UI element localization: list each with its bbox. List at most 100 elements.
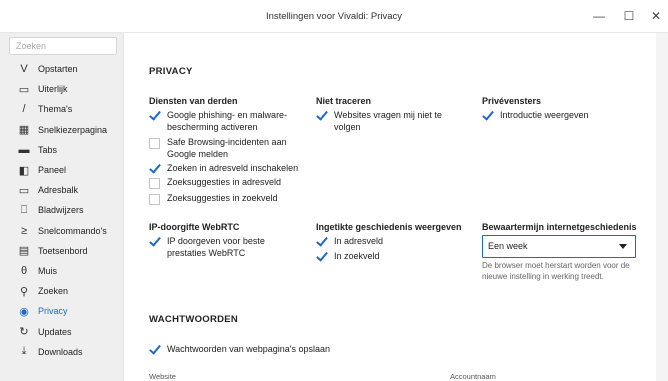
sidebar-item-label: Snelkiezerpagina: [38, 124, 108, 135]
sidebar-item-label: Adresbalk: [38, 185, 79, 196]
quick-commands-icon: ≥: [20, 224, 28, 237]
sidebar-item-label: Snelcommando's: [38, 225, 107, 236]
checkbox-label: Google phishing- en malware-bescherming …: [167, 110, 288, 132]
sidebar-item-label: Muis: [38, 265, 58, 276]
checkbox-check-icon: [316, 237, 327, 248]
typed-history-addressbar-checkbox[interactable]: In adresveld: [316, 236, 456, 248]
close-button[interactable]: ✕: [645, 6, 667, 26]
title-bar: Instellingen voor Vivaldi: Privacy — ☐ ✕: [0, 0, 668, 33]
checkbox-check-icon: [149, 345, 160, 356]
checkbox-label: Zoeken in adresveld inschakelen: [167, 163, 299, 173]
sidebar-item-label: Paneel: [38, 165, 67, 176]
settings-sidebar: Zoeken V Opstarten ▭ Uiterlijk / Thema's ▦ Snel…: [0, 33, 124, 381]
sidebar-item-label: Tabs: [38, 144, 58, 155]
settings-nav: V Opstarten ▭ Uiterlijk / Thema's ▦ Snelkiezerp…: [0, 59, 124, 362]
privacy-heading: PRIVACY: [149, 66, 193, 77]
brush-icon: /: [22, 103, 26, 116]
search-icon: ⚲: [19, 285, 29, 298]
history-retention-note: De browser moet herstart worden voor de …: [482, 261, 630, 281]
safe-browsing-checkbox[interactable]: Safe Browsing-incidenten aan Google meld…: [149, 137, 309, 160]
sidebar-item-label: Privacy: [38, 306, 68, 317]
checkbox-check-icon: [149, 164, 160, 175]
do-not-track-checkbox[interactable]: Websites vragen mij niet te volgen: [316, 110, 456, 133]
typed-history-heading: Ingetikte geschiedenis weergeven: [316, 222, 462, 232]
sidebar-item-adresbalk[interactable]: ▭ Adresbalk: [0, 180, 124, 200]
grid-icon: ▦: [18, 124, 30, 137]
sidebar-item-opstarten[interactable]: V Opstarten: [0, 59, 124, 79]
website-column-header: Website: [149, 372, 176, 381]
checkbox-label: Websites vragen mij niet te volgen: [334, 110, 442, 132]
sidebar-item-uiterlijk[interactable]: ▭ Uiterlijk: [0, 79, 124, 99]
sidebar-item-label: Thema's: [38, 104, 73, 115]
sidebar-item-thema-s[interactable]: / Thema's: [0, 99, 124, 119]
eye-icon: ◉: [19, 305, 29, 318]
history-retention-heading: Bewaartermijn internetgeschiedenis: [482, 222, 637, 232]
bookmark-icon: ⎕: [20, 203, 28, 216]
sidebar-item-downloads[interactable]: ⤓ Downloads: [0, 342, 124, 362]
sidebar-item-zoeken[interactable]: ⚲ Zoeken: [0, 281, 124, 301]
third-party-heading: Diensten van derden: [149, 96, 238, 106]
sidebar-item-label: Uiterlijk: [38, 84, 68, 95]
passwords-heading: WACHTWOORDEN: [149, 314, 239, 325]
sidebar-item-muis[interactable]: θ Muis: [0, 261, 124, 281]
sidebar-item-label: Opstarten: [38, 64, 78, 75]
sidebar-item-label: Toetsenbord: [38, 245, 88, 256]
sidebar-item-snelcommando-s[interactable]: ≥ Snelcommando's: [0, 221, 124, 241]
account-column-header: Accountnaam: [450, 372, 496, 381]
maximize-button[interactable]: ☐: [618, 6, 640, 26]
sidebar-item-updates[interactable]: ↻ Updates: [0, 321, 124, 341]
sidebar-item-label: Bladwijzers: [38, 205, 84, 216]
checkbox-check-icon: [316, 111, 327, 122]
window-icon: ▭: [18, 83, 30, 96]
keyboard-icon: ▤: [18, 245, 30, 258]
download-icon: ⤓: [21, 345, 27, 358]
checkbox-label: Introductie weergeven: [500, 110, 589, 120]
save-passwords-checkbox[interactable]: Wachtwoorden van webpagina's opslaan: [149, 344, 399, 356]
checkbox-box: [149, 138, 160, 149]
history-retention-select[interactable]: Een week: [482, 235, 636, 258]
checkbox-check-icon: [149, 111, 160, 122]
sidebar-item-privacy[interactable]: ◉ Privacy: [0, 301, 124, 321]
checkbox-label: Zoeksuggesties in zoekveld: [167, 193, 278, 203]
checkbox-check-icon: [316, 252, 327, 263]
search-in-addressbar-checkbox[interactable]: Zoeken in adresveld inschakelen: [149, 163, 314, 175]
webrtc-heading: IP-doorgifte WebRTC: [149, 222, 240, 232]
checkbox-label: In zoekveld: [334, 251, 380, 261]
sidebar-item-snelkiezerpagina[interactable]: ▦ Snelkiezerpagina: [0, 120, 124, 140]
checkbox-label: IP doorgeven voor beste prestaties WebRT…: [167, 236, 265, 258]
checkbox-label: Zoeksuggesties in adresveld: [167, 177, 282, 187]
content-scrollbar[interactable]: [656, 33, 668, 381]
panel-icon: ◧: [18, 164, 30, 177]
checkbox-label: Safe Browsing-incidenten aan Google meld…: [167, 137, 287, 159]
window-title: Instellingen voor Vivaldi: Privacy: [265, 11, 403, 22]
checkbox-box: [149, 194, 160, 205]
addressbar-suggestions-checkbox[interactable]: Zoeksuggesties in adresveld: [149, 177, 309, 189]
checkbox-box: [149, 178, 160, 189]
sidebar-item-label: Downloads: [38, 346, 83, 357]
refresh-icon: ↻: [19, 326, 29, 339]
sidebar-item-paneel[interactable]: ◧ Paneel: [0, 160, 124, 180]
searchfield-suggestions-checkbox[interactable]: Zoeksuggesties in zoekveld: [149, 193, 309, 205]
no-tracking-heading: Niet traceren: [316, 96, 372, 106]
addressbar-icon: ▭: [18, 184, 30, 197]
sidebar-item-toetsenbord[interactable]: ▤ Toetsenbord: [0, 241, 124, 261]
typed-history-searchfield-checkbox[interactable]: In zoekveld: [316, 251, 456, 263]
chevron-down-icon: [619, 244, 627, 249]
settings-search-input[interactable]: Zoeken: [9, 37, 117, 55]
checkbox-check-icon: [482, 111, 493, 122]
webrtc-ip-checkbox[interactable]: IP doorgeven voor beste prestaties WebRT…: [149, 236, 299, 259]
settings-content: [125, 33, 668, 381]
vivaldi-v-icon: V: [20, 63, 28, 76]
sidebar-item-tabs[interactable]: ▬ Tabs: [0, 140, 124, 160]
checkbox-label: Wachtwoorden van webpagina's opslaan: [167, 344, 330, 354]
mouse-icon: θ: [20, 264, 28, 277]
sidebar-item-label: Zoeken: [38, 286, 69, 297]
checkbox-label: In adresveld: [334, 236, 384, 246]
select-value: Een week: [488, 241, 528, 251]
minimize-button[interactable]: —: [588, 6, 610, 26]
sidebar-item-bladwijzers[interactable]: ⎕ Bladwijzers: [0, 200, 124, 220]
show-intro-checkbox[interactable]: Introductie weergeven: [482, 110, 632, 122]
tabs-icon: ▬: [18, 143, 30, 156]
sidebar-item-label: Updates: [38, 326, 72, 337]
google-phishing-checkbox[interactable]: Google phishing- en malware-bescherming …: [149, 110, 309, 133]
